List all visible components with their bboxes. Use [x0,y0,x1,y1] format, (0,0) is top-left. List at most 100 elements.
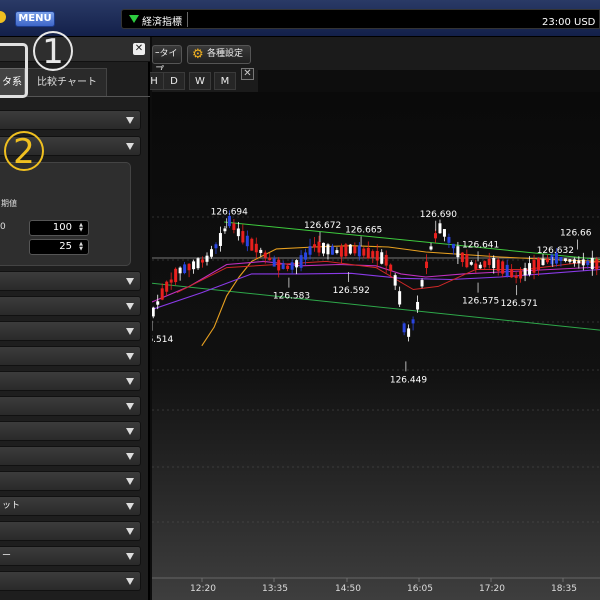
indicator-dropdown[interactable] [0,110,141,130]
highlight-box [0,43,28,98]
candle-body [196,258,200,269]
candle-body [474,263,478,269]
candle-body [362,248,366,256]
candle-body [528,263,532,275]
period-week[interactable]: W [189,72,211,90]
x-tick-label: 16:05 [407,584,433,594]
indicator-dropdown[interactable] [0,371,141,391]
chevron-down-icon [126,478,134,485]
stepper-icon[interactable]: ▲ ▼ [77,242,85,252]
candle-body [393,275,397,286]
candle-body [532,260,536,273]
candle-body [259,249,263,253]
price-label: 126.694 [211,207,248,217]
candle-body [272,258,276,267]
candle-body [442,229,446,237]
indicator-dropdown[interactable] [0,396,141,416]
candle-body [335,250,339,254]
price-label: 126.571 [501,299,538,309]
candle-body [514,275,518,278]
candle-body [223,228,227,232]
candle-body [510,269,514,278]
indicator-dropdown[interactable]: ー [0,546,141,566]
candle-body [496,259,500,271]
indicator-dropdown[interactable] [0,271,141,291]
candle-body [416,301,420,310]
candle-body [227,215,231,227]
indicator-dropdown[interactable]: ット [0,496,141,516]
indicator-dropdown[interactable] [0,571,141,591]
chart-type-button[interactable]: ｰタイプ [152,45,182,76]
parameter-value-1: 100 [52,222,72,233]
indicator-dropdown[interactable] [0,321,141,341]
parameter-input-1[interactable]: 100 ▲ ▼ [29,220,89,236]
indicator-dropdown[interactable] [0,296,141,316]
parameter-input-2[interactable]: 25 ▲ ▼ [29,239,89,255]
chevron-down-icon [126,353,134,360]
candle-body [420,280,424,287]
candle-body [313,244,317,248]
triangle-down-icon [129,15,139,23]
price-label: 126.641 [462,240,499,250]
candle-body [389,264,393,271]
chevron-down-icon [126,528,134,535]
indicator-dropdown[interactable] [0,346,141,366]
annotation-number-1: 1 [33,31,73,71]
x-tick-label: 18:35 [551,584,577,594]
candle-body [201,259,205,263]
candle-body [317,241,321,253]
chevron-down-icon [126,328,134,335]
x-tick-label: 17:20 [479,584,505,594]
indicator-panel: ✕ タ系 比較チャート ットー 期値 0 100 ▲ ▼ 25 ▲ ▼ [0,37,150,600]
menu-button[interactable]: MENU [15,11,55,27]
indicator-dropdown[interactable] [0,521,141,541]
period-month[interactable]: M [214,72,236,90]
stepper-icon[interactable]: ▲ ▼ [77,223,85,233]
chevron-down-icon [126,428,134,435]
candle-body [586,260,590,265]
candle-body [339,245,343,257]
settings-label: 各種設定 [207,49,244,59]
dropdown-label: ット [2,501,21,511]
chart-background [152,92,600,600]
candle-body [425,261,429,269]
indicator-dropdown[interactable] [0,471,141,491]
x-tick-label: 14:50 [335,584,361,594]
candle-body [577,260,581,264]
candle-body [156,301,160,305]
candle-body [402,323,406,333]
candle-body [433,233,437,239]
candle-body [483,261,487,268]
indicator-dropdown[interactable] [0,421,141,441]
chevron-down-icon [126,578,134,585]
price-label: 126.575 [462,297,499,307]
candle-body [192,261,196,270]
close-icon[interactable]: ✕ [241,68,254,80]
ticker-divider [187,12,188,27]
candle-body [559,256,563,262]
candle-body [209,249,213,257]
chevron-down-icon [126,503,134,510]
app-root: MENU 経済指標 23:00 USD ＮＡＨＢ住宅市場指数 ｰタイプ ⚙ 各種… [0,0,600,600]
candle-body [183,264,187,274]
tab-comparison-chart[interactable]: 比較チャート [27,68,107,97]
top-bar: MENU 経済指標 23:00 USD ＮＡＨＢ住宅市場指数 [0,0,600,37]
candle-body [344,244,348,257]
parameter-box: 期値 0 100 ▲ ▼ 25 ▲ ▼ [0,162,131,266]
candle-body [537,258,541,270]
chart-toolbar: ｰタイプ ⚙ 各種設定 [152,37,600,76]
x-tick-label: 13:35 [262,584,288,594]
period-day[interactable]: D [163,72,185,90]
economic-indicator-ticker[interactable]: 経済指標 23:00 USD ＮＡＨＢ住宅市場指数 [121,9,600,29]
indicator-dropdown[interactable] [0,446,141,466]
settings-button[interactable]: ⚙ 各種設定 [187,45,251,64]
chart-canvas[interactable]: 126.694 126.672 126.665 126.690 126.641 126.6… [152,92,600,600]
close-icon[interactable]: ✕ [133,43,145,55]
price-chart[interactable]: 126.694 126.672 126.665 126.690 126.641 126.6… [152,92,600,600]
gear-icon: ⚙ [192,47,204,62]
candle-body [281,263,285,269]
candle-body [411,319,415,324]
candle-body [581,259,585,266]
candle-body [380,252,384,264]
candle-body [398,291,402,305]
